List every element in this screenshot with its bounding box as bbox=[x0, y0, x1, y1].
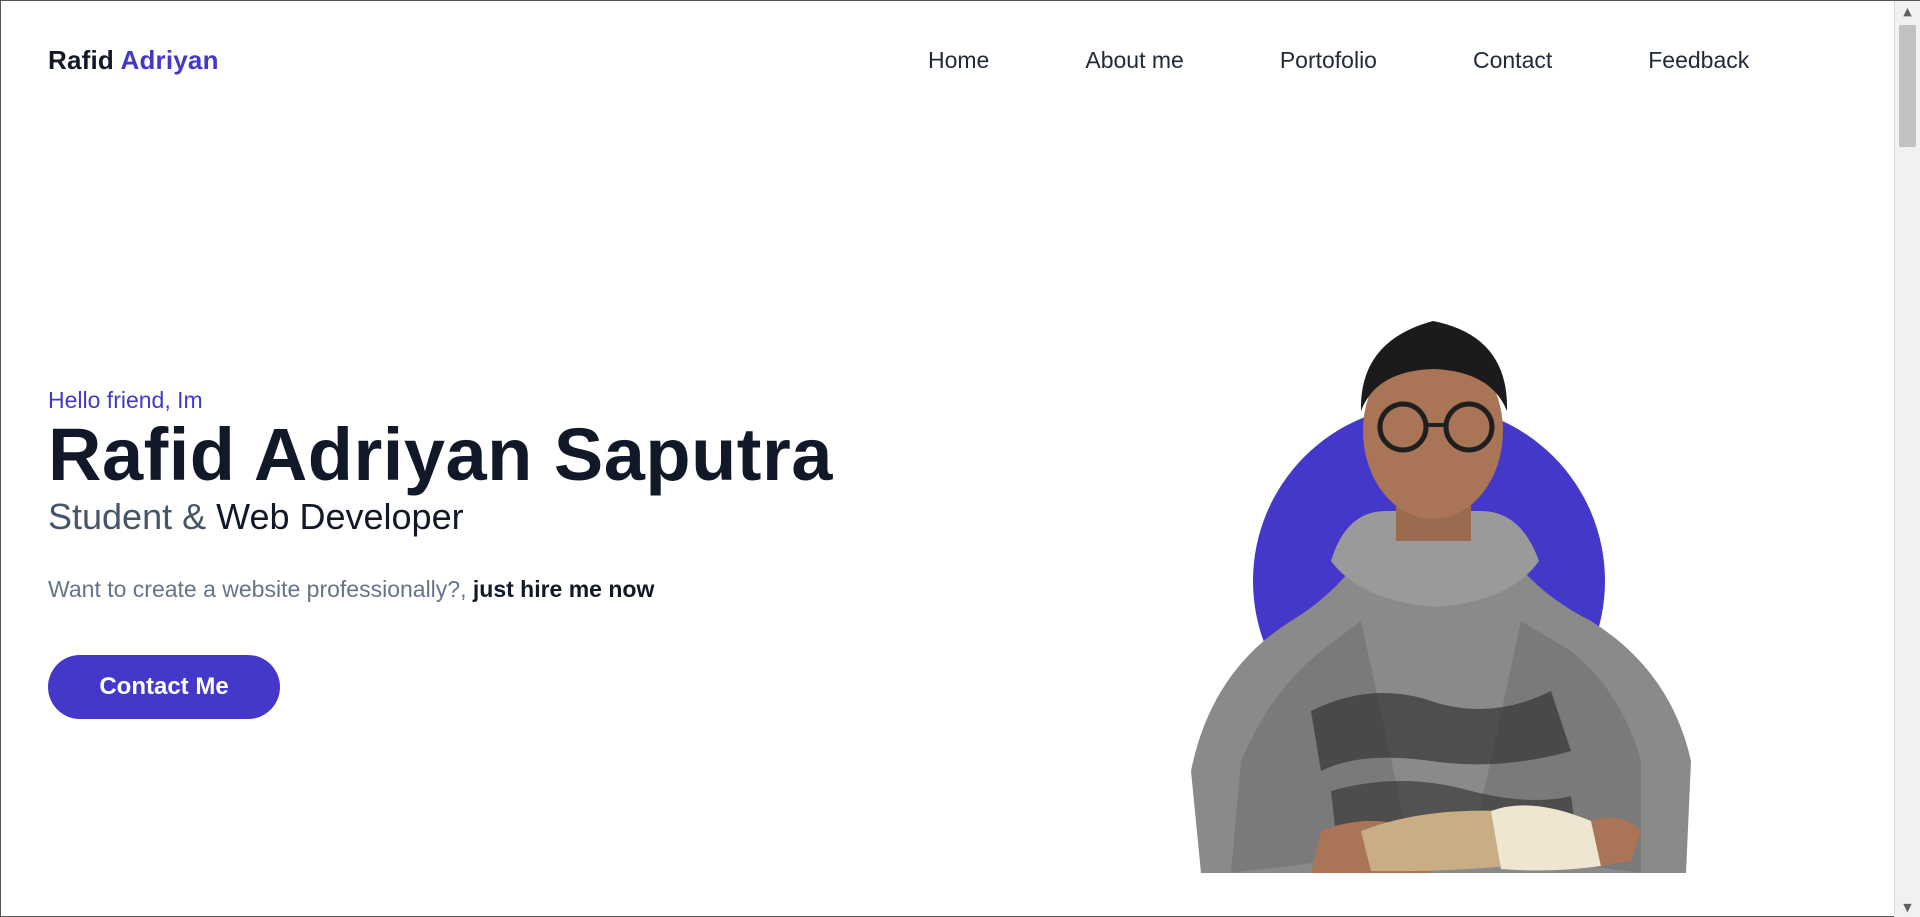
hero-pitch-text: Want to create a website professionally?… bbox=[48, 576, 473, 602]
hero-role: Student & Web Developer bbox=[48, 496, 948, 538]
scroll-down-arrow-icon[interactable]: ▼ bbox=[1895, 897, 1920, 917]
brand-accent-name: Adriyan bbox=[120, 45, 219, 75]
hero-greeting: Hello friend, Im bbox=[48, 387, 203, 413]
nav-link-portfolio[interactable]: Portofolio bbox=[1280, 47, 1377, 74]
hero-portrait-image bbox=[1171, 291, 1711, 873]
main-nav: Home About me Portofolio Contact Feedbac… bbox=[928, 47, 1749, 74]
page: Rafid Adriyan Home About me Portofolio C… bbox=[0, 1, 1894, 917]
brand-first-name: Rafid bbox=[48, 45, 114, 75]
hero-pitch-strong: just hire me now bbox=[472, 576, 655, 602]
hero-pitch: Want to create a website professionally?… bbox=[48, 576, 948, 603]
nav-link-home[interactable]: Home bbox=[928, 47, 989, 74]
nav-link-about[interactable]: About me bbox=[1085, 47, 1183, 74]
hero-name: Rafid Adriyan Saputra bbox=[48, 413, 833, 496]
scroll-up-arrow-icon[interactable]: ▲ bbox=[1895, 1, 1920, 21]
nav-link-contact[interactable]: Contact bbox=[1473, 47, 1552, 74]
hero-role-developer: Web Developer bbox=[216, 496, 464, 537]
nav-link-feedback[interactable]: Feedback bbox=[1648, 47, 1749, 74]
contact-me-button[interactable]: Contact Me bbox=[48, 655, 280, 719]
scrollbar-thumb[interactable] bbox=[1899, 25, 1916, 147]
brand-logo[interactable]: Rafid Adriyan bbox=[48, 45, 219, 76]
hero-role-student: Student & bbox=[48, 496, 217, 537]
hero-text: Hello friend, Im Rafid Adriyan Saputra S… bbox=[48, 387, 948, 603]
navbar: Rafid Adriyan Home About me Portofolio C… bbox=[48, 45, 1894, 79]
page-scrollbar[interactable]: ▲ ▼ bbox=[1894, 1, 1920, 917]
